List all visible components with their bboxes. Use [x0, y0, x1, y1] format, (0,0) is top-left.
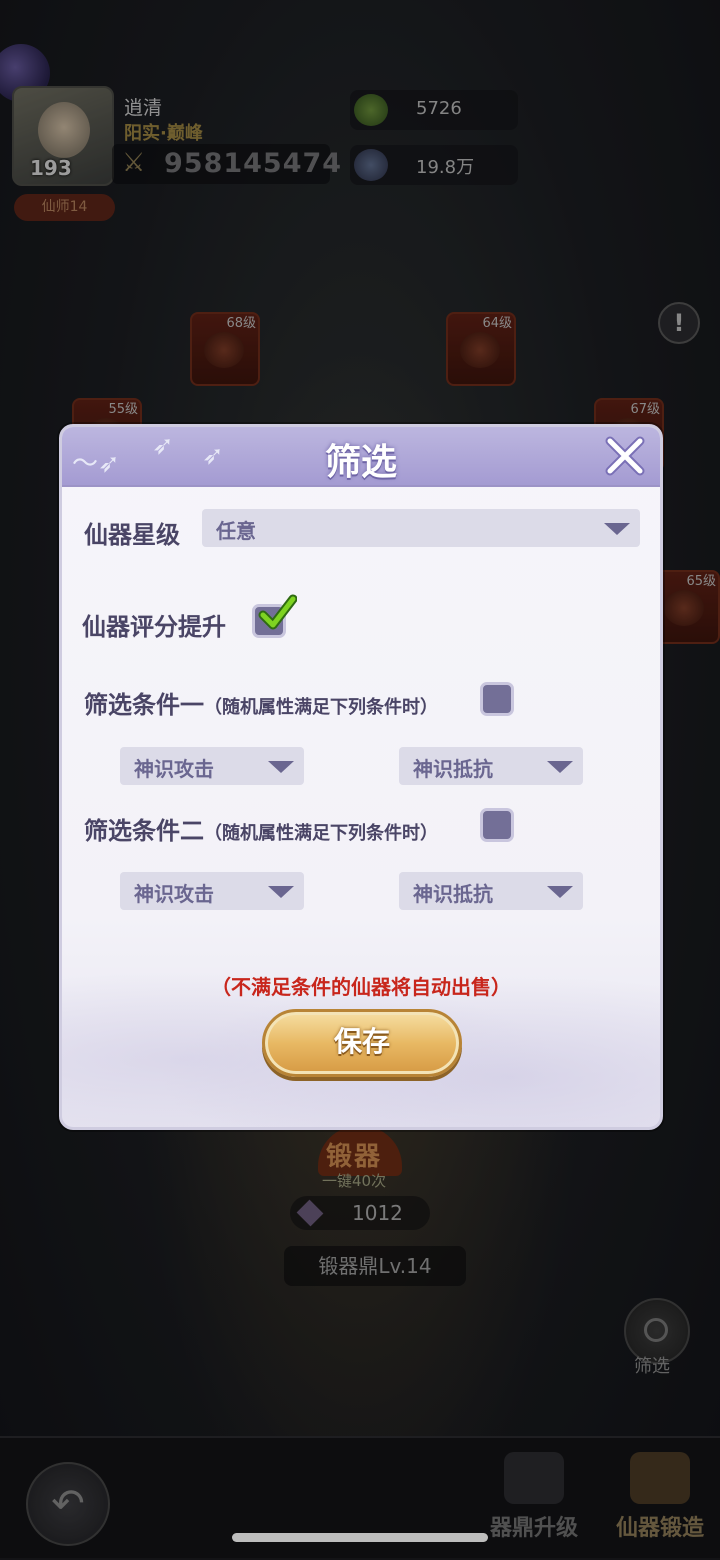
condition1-select-b[interactable]: 神识抵抗	[399, 747, 583, 785]
condition1-select-a[interactable]: 神识攻击	[120, 747, 304, 785]
check-mark-icon	[258, 594, 297, 630]
filter-dialog: 〜➶ ➶ ➶ 筛选 仙器星级 任意 仙器评分提升 筛选条件一（随机属性满足下列条…	[59, 424, 663, 1130]
chevron-down-icon	[547, 886, 573, 898]
condition2-note: （随机属性满足下列条件时）	[204, 823, 438, 844]
condition2-label: 筛选条件二（随机属性满足下列条件时）	[84, 811, 438, 846]
select-value: 任意	[216, 519, 256, 543]
score-up-label: 仙器评分提升	[82, 613, 226, 641]
dialog-title: 筛选	[324, 442, 397, 483]
condition1-label: 筛选条件一（随机属性满足下列条件时）	[84, 685, 438, 720]
select-value: 神识抵抗	[413, 757, 493, 781]
condition2-checkbox[interactable]	[480, 808, 514, 842]
close-icon[interactable]	[602, 433, 648, 479]
dialog-header: 〜➶ ➶ ➶ 筛选	[62, 427, 660, 487]
condition2-title: 筛选条件二	[84, 817, 204, 845]
home-indicator[interactable]	[232, 1533, 488, 1542]
condition1-checkbox[interactable]	[480, 682, 514, 716]
save-button[interactable]: 保存	[262, 1009, 462, 1077]
condition2-select-b[interactable]: 神识抵抗	[399, 872, 583, 910]
chevron-down-icon	[547, 761, 573, 773]
condition1-note: （随机属性满足下列条件时）	[204, 697, 438, 718]
condition1-title: 筛选条件一	[84, 691, 204, 719]
chevron-down-icon	[268, 761, 294, 773]
condition2-select-a[interactable]: 神识攻击	[120, 872, 304, 910]
auto-sell-warning: （不满足条件的仙器将自动出售）	[211, 975, 511, 999]
select-value: 神识攻击	[134, 882, 214, 906]
score-up-checkbox[interactable]	[252, 594, 297, 638]
star-level-label: 仙器星级	[84, 521, 180, 549]
chevron-down-icon	[604, 523, 630, 535]
select-value: 神识抵抗	[413, 882, 493, 906]
star-level-select[interactable]: 任意	[202, 509, 640, 547]
chevron-down-icon	[268, 886, 294, 898]
select-value: 神识攻击	[134, 757, 214, 781]
